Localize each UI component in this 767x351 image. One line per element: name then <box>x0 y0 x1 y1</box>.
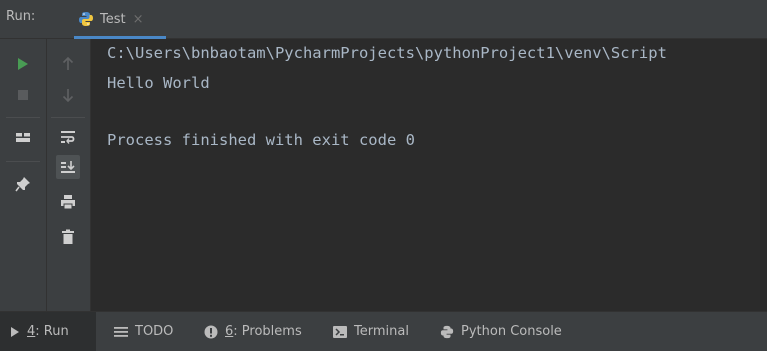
tab-problems[interactable]: 6: Problems <box>204 312 302 351</box>
list-icon <box>114 326 128 337</box>
console-line: C:\Users\bnbaotam\PycharmProjects\python… <box>107 44 667 62</box>
run-toolwindow-header: Run: Test × <box>0 0 767 39</box>
arrow-down-icon[interactable] <box>56 83 80 107</box>
tab-test-label: Test <box>100 11 126 27</box>
toolbar-separator <box>51 117 85 118</box>
console-line: Process finished with exit code 0 <box>107 131 415 149</box>
tab-run[interactable]: 4: Run <box>0 312 96 351</box>
console-line: Hello World <box>107 74 210 92</box>
tab-python-console[interactable]: Python Console <box>440 312 562 351</box>
tool-window-bar: 4: Run TODO 6: Problems Terminal Python … <box>0 311 767 351</box>
tab-python-console-label: Python Console <box>461 324 562 339</box>
tab-problems-mnemonic: 6 <box>225 324 234 339</box>
tab-run-mnemonic: 4 <box>27 324 36 339</box>
scroll-to-end-icon[interactable] <box>56 155 80 179</box>
print-icon[interactable] <box>56 190 80 214</box>
python-icon <box>79 12 93 26</box>
tab-terminal-label: Terminal <box>354 324 409 339</box>
tab-problems-label: : Problems <box>233 324 302 339</box>
warning-icon <box>204 325 218 338</box>
tab-terminal[interactable]: Terminal <box>333 312 409 351</box>
tab-todo[interactable]: TODO <box>114 312 173 351</box>
tab-test[interactable]: Test × <box>78 0 144 38</box>
terminal-icon <box>333 325 347 338</box>
tab-todo-label: TODO <box>135 324 174 339</box>
python-console-icon <box>440 325 454 338</box>
toolbar-separator <box>6 161 40 162</box>
tab-close-icon[interactable]: × <box>133 12 144 27</box>
play-icon <box>11 326 19 337</box>
run-toolbar-secondary <box>47 39 91 311</box>
run-toolbar-primary <box>0 39 47 311</box>
run-label: Run: <box>6 9 36 24</box>
tab-run-label: : Run <box>35 324 69 339</box>
play-icon[interactable] <box>11 52 35 76</box>
console-output[interactable]: C:\Users\bnbaotam\PycharmProjects\python… <box>91 39 767 311</box>
pin-icon[interactable] <box>11 172 35 196</box>
stop-icon[interactable] <box>11 83 35 107</box>
trash-icon[interactable] <box>56 225 80 249</box>
layout-icon[interactable] <box>11 126 35 150</box>
soft-wrap-icon[interactable] <box>56 125 80 149</box>
toolbar-separator <box>6 117 40 118</box>
arrow-up-icon[interactable] <box>56 52 80 76</box>
